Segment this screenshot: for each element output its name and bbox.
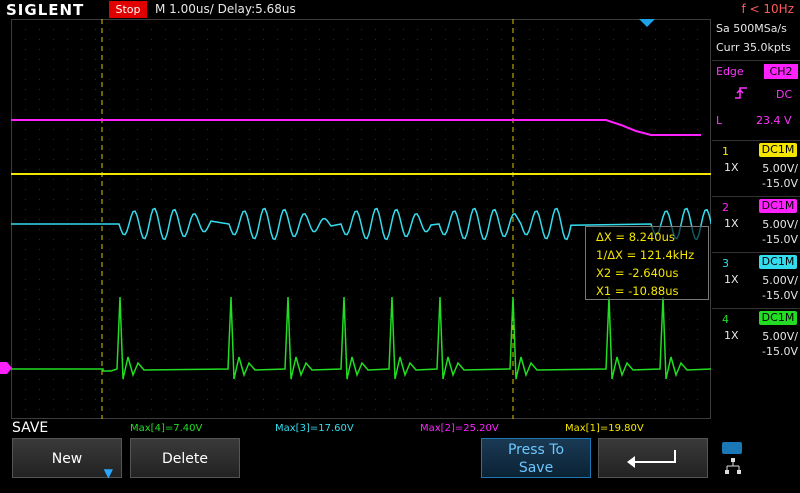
frequency-counter: f < 10Hz [741,2,795,16]
ch3-number: 3 [722,257,729,270]
ch4-coupling-badge: DC1M [759,311,797,325]
cursor-x1-value: X1 = -10.88us [596,284,679,298]
ch4-offset: -15.0V [762,345,798,358]
delete-button-label: Delete [162,451,208,467]
memory-depth: Curr 35.0kpts [716,41,791,54]
ch3-probe: 1X [724,273,739,286]
top-status-bar: SIGLENT Stop M 1.00us/ Delay:5.68us f < … [0,0,800,19]
trigger-type: Edge [716,65,744,78]
ch1-offset: -15.0V [762,177,798,190]
new-button-label: New [51,451,83,467]
trigger-coupling: DC [776,88,793,101]
sample-rate: Sa 500MSa/s [716,22,787,35]
waveform-display[interactable] [11,19,711,419]
ch1-coupling-badge: DC1M [759,143,797,157]
return-button[interactable] [598,438,708,478]
ch2-number: 2 [722,201,729,214]
new-button[interactable]: New ▼ [12,438,122,480]
ch1-number: 1 [722,145,729,158]
ch2-probe: 1X [724,217,739,230]
chevron-down-icon: ▼ [103,466,113,480]
measure-ch1-max: Max[1]=19.80V [565,423,644,434]
measure-ch2-max: Max[2]=25.20V [420,423,499,434]
ch2-scale: 5.00V/ [762,218,798,231]
channel-4-panel[interactable]: 4 DC1M 1X 5.00V/ -15.0V [712,308,800,363]
press-to-save-button[interactable]: Press To Save [481,438,591,478]
cursor-delta-x: ΔX = 8.240us [596,230,675,244]
delete-button[interactable]: Delete [130,438,240,478]
trigger-level: 23.4 V [756,114,792,127]
measure-ch3-max: Max[3]=17.60V [275,423,354,434]
press-to-save-line1: Press To [507,442,565,458]
ch3-scale-block: 5.00V/ -15.0V [762,273,798,303]
ch1-scale: 5.00V/ [762,162,798,175]
cursor-inv-delta-x: 1/ΔX = 121.4kHz [596,248,695,262]
trigger-source-badge: CH2 [764,64,798,79]
ch1-probe: 1X [724,161,739,174]
return-arrow-icon [627,450,676,468]
usb-icon [722,442,742,454]
channel-1-panel[interactable]: 1 DC1M 1X 5.00V/ -15.0V [712,140,800,195]
ch3-scale: 5.00V/ [762,274,798,287]
trigger-level-marker: L [716,114,723,127]
cursor-x2-value: X2 = -2.640us [596,266,679,280]
ch2-scale-block: 5.00V/ -15.0V [762,217,798,247]
ch3-coupling-badge: DC1M [759,255,797,269]
channel-2-panel[interactable]: 2 DC1M 1X 5.00V/ -15.0V [712,196,800,251]
ch3-offset: -15.0V [762,289,798,302]
ch1-scale-block: 5.00V/ -15.0V [762,161,798,191]
timebase-readout: M 1.00us/ Delay:5.68us [155,2,296,16]
softkey-bar: New ▼ Delete Press To Save [0,436,800,480]
brand-logo: SIGLENT [6,1,85,19]
run-stop-status: Stop [109,1,147,18]
press-to-save-line2: Save [518,460,554,476]
trigger-edge-icon [734,86,748,103]
ch2-coupling-badge: DC1M [759,199,797,213]
measure-ch4-max: Max[4]=7.40V [130,423,203,434]
ch4-probe: 1X [724,329,739,342]
channel-3-panel[interactable]: 3 DC1M 1X 5.00V/ -15.0V [712,252,800,307]
trigger-panel[interactable]: Edge CH2 DC L 23.4 V [712,60,800,137]
ch4-ground-marker[interactable] [0,362,12,374]
ch2-offset: -15.0V [762,233,798,246]
network-icon [725,458,741,474]
ch4-number: 4 [722,313,729,326]
measurement-bar: Max[4]=7.40V Max[3]=17.60V Max[2]=25.20V… [0,422,800,436]
cursor-readout-panel: ΔX = 8.240us 1/ΔX = 121.4kHz X2 = -2.640… [585,226,709,300]
ch4-scale: 5.00V/ [762,330,798,343]
ch4-scale-block: 5.00V/ -15.0V [762,329,798,359]
